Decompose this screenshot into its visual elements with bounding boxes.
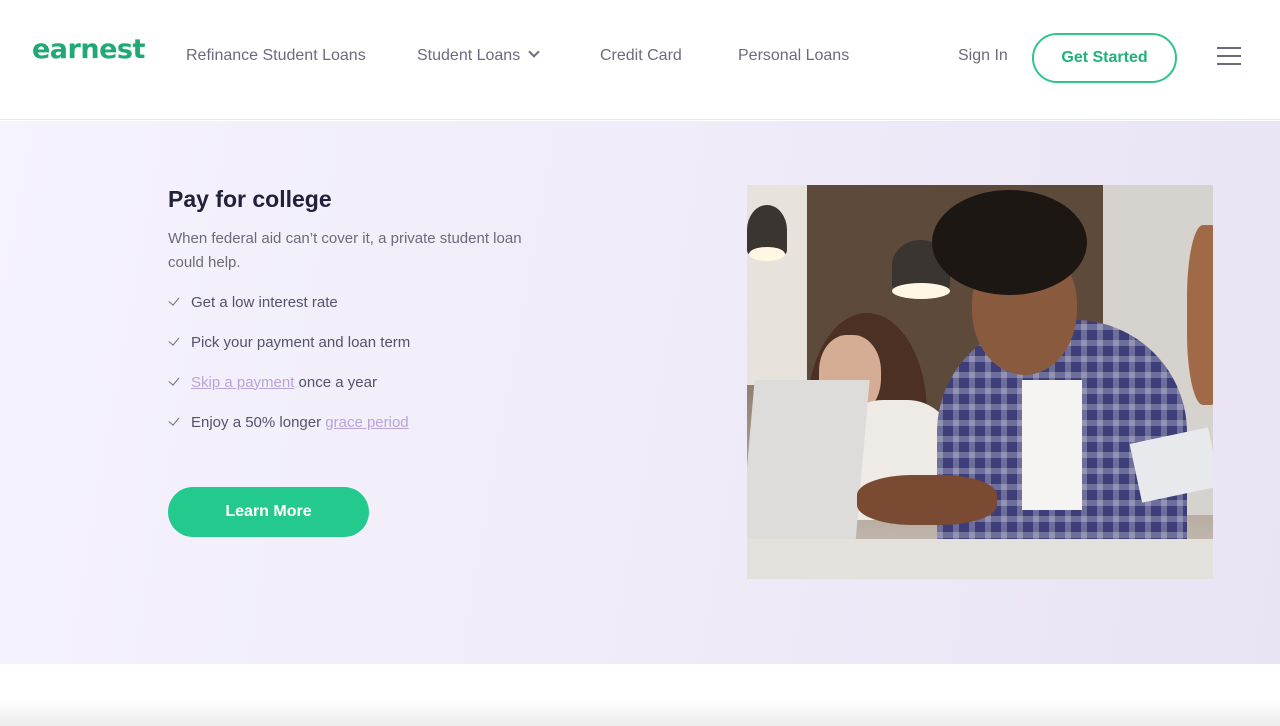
feature-text: Enjoy a 50% longer xyxy=(191,413,326,431)
chevron-down-icon xyxy=(528,46,540,58)
feature-text: once a year xyxy=(294,373,377,391)
feature-text: Get a low interest rate xyxy=(191,293,338,311)
nav-student-loans-label: Student Loans xyxy=(417,47,521,64)
earnest-logo[interactable]: earnest xyxy=(32,34,145,65)
hero-subtitle: When federal aid can’t cover it, a priva… xyxy=(168,230,522,271)
hamburger-line xyxy=(1217,63,1241,65)
nav-refinance-student-loans[interactable]: Refinance Student Loans xyxy=(186,47,366,65)
skip-a-payment-link[interactable]: Skip a payment xyxy=(191,374,294,391)
hero-title: Pay for college xyxy=(168,186,332,212)
sign-in-link[interactable]: Sign In xyxy=(958,47,1008,65)
feature-text: Pick your payment and loan term xyxy=(191,333,411,351)
grace-period-link[interactable]: grace period xyxy=(325,414,408,431)
feature-item: Enjoy a 50% longer grace period xyxy=(168,411,409,433)
nav-credit-card[interactable]: Credit Card xyxy=(600,47,682,65)
check-icon xyxy=(168,374,180,386)
check-icon xyxy=(168,334,180,346)
next-section xyxy=(0,664,1280,726)
hamburger-menu-icon[interactable] xyxy=(1217,47,1241,67)
nav-student-loans[interactable]: Student Loans xyxy=(417,46,540,65)
site-header: earnest Refinance Student Loans Student … xyxy=(0,0,1280,120)
get-started-button[interactable]: Get Started xyxy=(1032,33,1177,83)
check-icon xyxy=(168,414,180,426)
learn-more-button[interactable]: Learn More xyxy=(168,487,369,537)
hero-photo xyxy=(747,185,1213,579)
nav-personal-loans[interactable]: Personal Loans xyxy=(738,47,849,65)
feature-item: Pick your payment and loan term xyxy=(168,331,410,353)
hamburger-line xyxy=(1217,47,1241,49)
hamburger-line xyxy=(1217,55,1241,57)
feature-item: Get a low interest rate xyxy=(168,291,338,313)
feature-item: Skip a payment once a year xyxy=(168,371,377,393)
check-icon xyxy=(168,294,180,306)
